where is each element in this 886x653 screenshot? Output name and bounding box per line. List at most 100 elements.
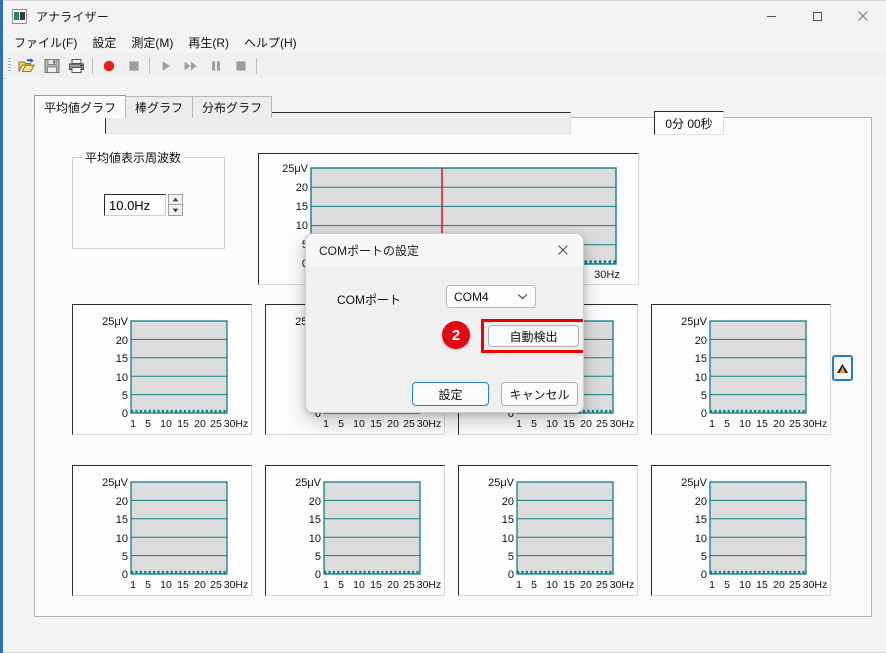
- tab-average-graph[interactable]: 平均値グラフ: [34, 95, 127, 118]
- auto-detect-button[interactable]: 自動検出: [488, 325, 579, 347]
- svg-text:20: 20: [773, 579, 785, 591]
- graph-svg-4: 25μV2015 1050 1 5 10 15 20 25 30Hz: [681, 316, 827, 430]
- menu-playback[interactable]: 再生(R): [181, 32, 236, 53]
- svg-text:5: 5: [145, 418, 151, 430]
- svg-text:10: 10: [739, 579, 751, 591]
- dialog-ok-button[interactable]: 設定: [412, 382, 489, 406]
- step-badge-number: 2: [451, 326, 461, 344]
- graph-panel-6[interactable]: 25μV 20 15 10 5 0 1 5 10 15 20 25 30Hz: [265, 465, 445, 596]
- tab-bar-graph-label: 棒グラフ: [135, 101, 184, 115]
- graph-svg-8: 25μV2015 1050 1 5 10 15 20 25 30Hz: [681, 477, 828, 591]
- menu-file[interactable]: ファイル(F): [7, 32, 84, 53]
- close-button[interactable]: [840, 0, 886, 32]
- svg-text:10: 10: [695, 372, 707, 384]
- fast-forward-icon[interactable]: [178, 54, 203, 77]
- menu-settings[interactable]: 設定: [85, 32, 123, 53]
- svg-text:20: 20: [387, 579, 399, 591]
- graph-panel-1[interactable]: 25μV 20 15 10 5 0 1 5 10 15 20 25 30Hz: [72, 304, 252, 435]
- menu-help[interactable]: ヘルプ(H): [237, 32, 304, 53]
- toolbar-grip[interactable]: [8, 58, 11, 73]
- svg-text:15: 15: [177, 579, 189, 591]
- svg-text:15: 15: [116, 353, 128, 365]
- svg-text:25μV: 25μV: [282, 163, 309, 175]
- svg-text:20: 20: [296, 182, 308, 194]
- svg-text:30Hz: 30Hz: [594, 269, 620, 281]
- play-icon[interactable]: [153, 54, 178, 77]
- svg-text:25: 25: [210, 579, 222, 591]
- save-icon[interactable]: [39, 54, 64, 77]
- menu-measure[interactable]: 測定(M): [124, 32, 180, 53]
- spin-up-icon[interactable]: [168, 194, 183, 205]
- svg-text:20: 20: [580, 579, 592, 591]
- svg-text:30Hz: 30Hz: [224, 418, 249, 430]
- spin-down-icon[interactable]: [168, 205, 183, 216]
- graph-panel-8[interactable]: 25μV 20 15 10 5 0 1 5 10 15 20 25 30Hz: [651, 465, 831, 596]
- stop-record-icon[interactable]: [121, 54, 146, 77]
- svg-text:10: 10: [296, 220, 308, 232]
- open-icon[interactable]: [14, 54, 39, 77]
- svg-text:5: 5: [122, 390, 128, 402]
- tab-average-graph-label: 平均値グラフ: [44, 100, 117, 115]
- svg-text:20: 20: [695, 496, 707, 508]
- step-badge-2: 2: [442, 321, 470, 349]
- svg-text:0: 0: [508, 569, 514, 581]
- svg-text:5: 5: [122, 551, 128, 563]
- tab-distribution-graph-label: 分布グラフ: [202, 101, 263, 115]
- svg-text:15: 15: [177, 418, 189, 430]
- svg-text:15: 15: [563, 579, 575, 591]
- svg-text:5: 5: [531, 418, 537, 430]
- application-window: アナライザー ファイル(F) 設定 測定(M) 再生(R) ヘルプ(H) 平均値…: [0, 0, 886, 653]
- svg-text:5: 5: [338, 579, 344, 591]
- graph-panel-4[interactable]: 25μV 20 15 10 5 0 1 5 10 15 20 25 30Hz: [651, 304, 831, 435]
- maximize-button[interactable]: [794, 0, 840, 32]
- svg-text:30Hz: 30Hz: [610, 418, 635, 430]
- svg-text:10: 10: [353, 418, 365, 430]
- stop-icon[interactable]: [228, 54, 253, 77]
- svg-text:25μV: 25μV: [102, 316, 129, 328]
- svg-text:25: 25: [403, 418, 415, 430]
- svg-text:20: 20: [773, 418, 785, 430]
- graph-panel-7[interactable]: 25μV 20 15 10 5 0 1 5 10 15 20 25 30Hz: [458, 465, 638, 596]
- dialog-cancel-button[interactable]: キャンセル: [501, 382, 578, 406]
- record-icon[interactable]: [96, 54, 121, 77]
- graph-panel-5[interactable]: 25μV 20 15 10 5 0 1 5 10 15 20 25 30Hz: [72, 465, 252, 596]
- svg-text:25μV: 25μV: [681, 477, 708, 489]
- frequency-input[interactable]: 10.0Hz: [104, 194, 166, 216]
- svg-text:10: 10: [309, 533, 321, 545]
- svg-text:10: 10: [160, 579, 172, 591]
- svg-text:1: 1: [323, 418, 329, 430]
- tab-bar-graph[interactable]: 棒グラフ: [125, 96, 194, 118]
- auto-detect-label: 自動検出: [509, 329, 558, 344]
- elapsed-time-value: 0分 00秒: [665, 116, 713, 131]
- pause-icon[interactable]: [203, 54, 228, 77]
- svg-text:1: 1: [516, 418, 522, 430]
- dialog-close-button[interactable]: [543, 234, 583, 266]
- svg-text:30Hz: 30Hz: [803, 579, 828, 591]
- graph-svg-1: 25μV2015 1050 1 5 10 15 20 25 30Hz: [102, 316, 249, 430]
- dialog-cancel-label: キャンセル: [509, 387, 570, 402]
- print-icon[interactable]: [64, 54, 89, 77]
- svg-text:10: 10: [502, 533, 514, 545]
- elapsed-time-display: 0分 00秒: [654, 111, 724, 135]
- svg-text:20: 20: [580, 418, 592, 430]
- frequency-group-box: 平均値表示周波数 10.0Hz: [72, 149, 225, 249]
- svg-text:25μV: 25μV: [681, 316, 708, 328]
- menu-bar: ファイル(F) 設定 測定(M) 再生(R) ヘルプ(H): [3, 32, 886, 54]
- svg-text:5: 5: [701, 390, 707, 402]
- svg-text:5: 5: [724, 418, 730, 430]
- svg-text:25: 25: [210, 418, 222, 430]
- tab-distribution-graph[interactable]: 分布グラフ: [192, 96, 273, 118]
- graph-svg-7: 25μV2015 1050 1 5 10 15 20 25 30Hz: [488, 477, 634, 591]
- dialog-ok-label: 設定: [438, 387, 463, 402]
- scroll-up-button[interactable]: [832, 355, 853, 381]
- com-port-select[interactable]: COM4: [446, 285, 536, 308]
- minimize-button[interactable]: [748, 0, 794, 32]
- svg-text:25μV: 25μV: [488, 477, 515, 489]
- svg-text:25: 25: [596, 579, 608, 591]
- svg-text:10: 10: [160, 418, 172, 430]
- frequency-stepper: 10.0Hz: [104, 194, 183, 216]
- svg-text:0: 0: [315, 569, 321, 581]
- svg-text:25: 25: [789, 579, 801, 591]
- svg-text:15: 15: [563, 418, 575, 430]
- svg-text:0: 0: [122, 408, 128, 420]
